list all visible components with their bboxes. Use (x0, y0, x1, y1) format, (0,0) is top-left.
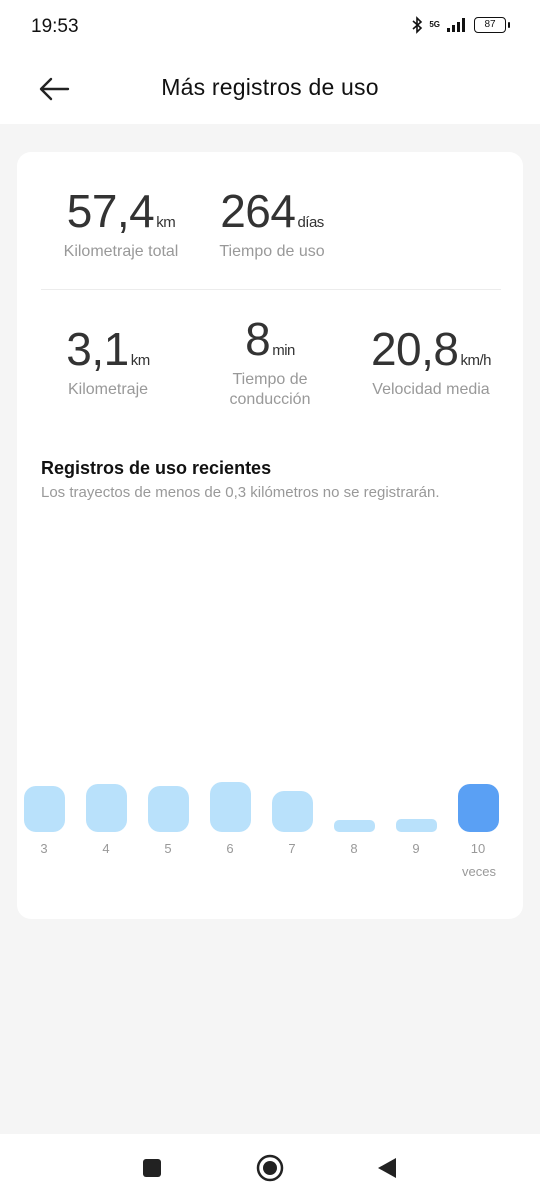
avg-speed-stat: 20,8 km/h Velocidad media (361, 322, 501, 400)
total-distance-label: Kilometraje total (63, 243, 179, 260)
x-tick-label: 7 (288, 841, 296, 856)
recents-button[interactable] (142, 1158, 162, 1183)
chart-bar-10[interactable] (457, 784, 499, 832)
drive-time-stat: 8 min Tiempo de conducción (203, 312, 337, 410)
home-circle-icon (256, 1154, 284, 1182)
x-tick-label: 3 (40, 841, 48, 856)
header: Más registros de uso (0, 54, 540, 124)
chart-bar-4[interactable] (85, 784, 127, 832)
status-icons: 5G 87 (411, 16, 510, 34)
avg-speed-label: Velocidad media (372, 381, 490, 398)
home-button[interactable] (256, 1154, 284, 1187)
status-time: 19:53 (31, 16, 79, 37)
signal-icon (446, 18, 468, 32)
drive-time-label: Tiempo de conducción (229, 371, 311, 408)
divider (41, 289, 501, 290)
x-tick-label: 10 (470, 841, 486, 856)
chart-bar-6[interactable] (209, 782, 251, 832)
back-triangle-icon (378, 1158, 396, 1178)
recent-records-title: Registros de uso recientes (41, 458, 272, 478)
bluetooth-icon (411, 16, 423, 34)
status-bar: 19:53 5G 87 (0, 0, 540, 54)
square-icon (143, 1159, 161, 1177)
network-label: 5G (429, 20, 440, 29)
chart-bar-9[interactable] (395, 819, 437, 832)
usage-bar-chart[interactable]: veces 3 4 5 6 7 8 9 10 (17, 752, 523, 892)
chart-bar-5[interactable] (147, 786, 189, 832)
x-tick-label: 5 (164, 841, 172, 856)
battery-icon: 87 (474, 17, 510, 33)
usage-time-label: Tiempo de uso (219, 243, 325, 260)
trip-distance-stat: 3,1 km Kilometraje (41, 322, 175, 400)
usage-time-value: 264 días (220, 185, 324, 237)
drive-time-value: 8 min (245, 313, 295, 365)
x-unit-label: veces (462, 864, 496, 879)
recent-records-subtitle: Los trayectos de menos de 0,3 kilómetros… (41, 484, 440, 501)
trip-distance-label: Kilometraje (67, 381, 149, 398)
x-tick-label: 8 (350, 841, 358, 856)
nav-bar (0, 1134, 540, 1200)
total-distance-value: 57,4 km (66, 185, 176, 237)
chart-bar-8[interactable] (333, 820, 375, 832)
x-tick-label: 6 (226, 841, 234, 856)
x-tick-label: 9 (412, 841, 420, 856)
back-nav-button[interactable] (376, 1156, 398, 1185)
usage-card: 57,4 km Kilometraje total 264 días Tiempo … (17, 152, 523, 919)
x-tick-label: 4 (102, 841, 110, 856)
chart-bar-3[interactable] (23, 786, 65, 832)
total-distance-stat: 57,4 km Kilometraje total (41, 184, 201, 262)
usage-time-stat: 264 días Tiempo de uso (207, 184, 337, 262)
avg-speed-value: 20,8 km/h (370, 323, 492, 375)
page-title: Más registros de uso (161, 74, 379, 100)
trip-distance-value: 3,1 km (66, 323, 150, 375)
chart-bar-7[interactable] (271, 791, 313, 832)
